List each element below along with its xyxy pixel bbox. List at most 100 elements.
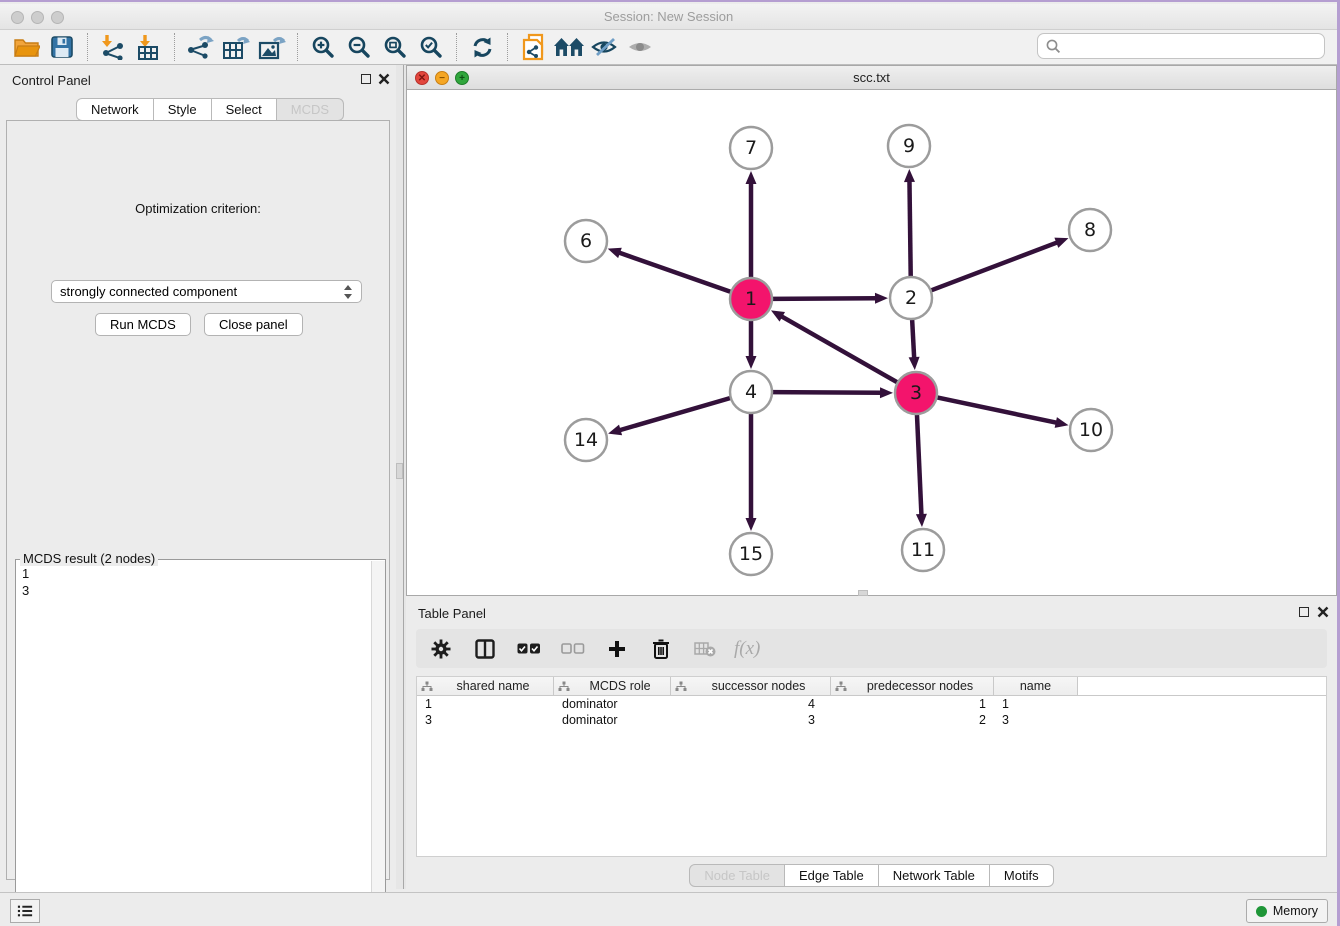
tab-node-table[interactable]: Node Table	[689, 864, 785, 887]
run-mcds-button[interactable]: Run MCDS	[95, 313, 191, 336]
graph-edge[interactable]	[781, 316, 898, 383]
toolbar-separator	[87, 33, 88, 61]
mcds-result-title: MCDS result (2 nodes)	[20, 551, 158, 566]
result-line: 1	[22, 565, 29, 582]
function-builder-button[interactable]: f(x)	[734, 638, 760, 660]
graph-edge[interactable]	[618, 252, 731, 292]
splitter-grip[interactable]	[396, 463, 403, 479]
column-header-shared-name[interactable]: shared name	[417, 677, 554, 695]
tab-style[interactable]: Style	[154, 98, 212, 121]
search-input[interactable]	[1061, 38, 1316, 55]
graph-edge[interactable]	[619, 398, 731, 431]
create-column-button[interactable]	[602, 634, 632, 664]
search-field[interactable]	[1037, 33, 1325, 59]
criterion-select[interactable]: strongly connected component	[51, 280, 362, 303]
open-session-button[interactable]	[8, 32, 44, 62]
export-table-button[interactable]	[218, 32, 254, 62]
edge-arrowhead	[746, 171, 757, 184]
network-view-window: ✕ − + scc.txt 7968124314101511	[406, 65, 1337, 596]
tab-network-table[interactable]: Network Table	[879, 864, 990, 887]
toolbar-separator	[507, 33, 508, 61]
tab-select[interactable]: Select	[212, 98, 277, 121]
edge-arrowhead	[909, 357, 920, 370]
zoom-fit-button[interactable]	[377, 32, 413, 62]
import-table-button[interactable]	[131, 32, 167, 62]
save-session-button[interactable]	[44, 32, 80, 62]
network-window-titlebar: ✕ − + scc.txt	[407, 66, 1336, 90]
close-panel-button[interactable]: Close panel	[204, 313, 303, 336]
import-network-icon	[99, 34, 127, 60]
table-row[interactable]: 1 dominator 4 1 1	[417, 696, 1326, 712]
tab-motifs[interactable]: Motifs	[990, 864, 1054, 887]
graph-edge[interactable]	[931, 242, 1059, 290]
show-all-button[interactable]	[623, 32, 659, 62]
chevron-up-down-icon	[343, 285, 353, 299]
node-label: 3	[910, 382, 922, 404]
network-canvas[interactable]: 7968124314101511	[407, 90, 1336, 595]
task-history-button[interactable]	[10, 899, 40, 923]
zoom-fit-icon	[384, 36, 407, 59]
node-label: 4	[745, 381, 757, 403]
panel-splitter[interactable]	[396, 65, 406, 889]
float-panel-icon[interactable]	[1299, 607, 1309, 617]
duplicate-network-button[interactable]	[515, 32, 551, 62]
export-image-button[interactable]	[254, 32, 290, 62]
graph-edge[interactable]	[909, 180, 910, 277]
graph-edge[interactable]	[937, 397, 1058, 423]
memory-button[interactable]: Memory	[1246, 899, 1328, 923]
graph-edge[interactable]	[772, 392, 882, 393]
edge-arrowhead	[904, 169, 915, 182]
edge-arrowhead	[916, 514, 927, 527]
tab-mcds[interactable]: MCDS	[277, 98, 344, 121]
tab-network[interactable]: Network	[76, 98, 154, 121]
status-bar: Memory	[0, 892, 1337, 926]
network-graph[interactable]: 7968124314101511	[407, 90, 1336, 595]
edge-arrowhead	[1055, 417, 1069, 428]
close-panel-icon[interactable]	[1317, 606, 1329, 618]
hide-selected-button[interactable]	[587, 32, 623, 62]
import-table-icon	[136, 34, 162, 60]
float-panel-icon[interactable]	[361, 74, 371, 84]
window-titlebar: Session: New Session	[0, 4, 1337, 30]
mcds-result-text[interactable]: 1 3	[22, 565, 29, 599]
export-network-button[interactable]	[182, 32, 218, 62]
zoom-in-button[interactable]	[305, 32, 341, 62]
edge-arrowhead	[1054, 238, 1068, 248]
toolbar-separator	[456, 33, 457, 61]
import-network-button[interactable]	[95, 32, 131, 62]
node-label: 14	[574, 429, 598, 451]
plus-icon	[608, 640, 626, 658]
deselect-all-rows-button[interactable]	[558, 634, 588, 664]
table-row[interactable]: 3 dominator 3 2 3	[417, 712, 1326, 728]
tree-icon	[675, 681, 687, 692]
trash-icon	[652, 639, 670, 659]
apply-layout-button[interactable]	[464, 32, 500, 62]
toolbar-separator	[297, 33, 298, 61]
zoom-out-button[interactable]	[341, 32, 377, 62]
node-table: shared name MCDS role successor nodes pr…	[416, 676, 1327, 857]
graph-edge[interactable]	[772, 298, 877, 299]
mcds-tab-content: Optimization criterion: strongly connect…	[6, 120, 390, 880]
zoom-selected-button[interactable]	[413, 32, 449, 62]
select-all-rows-button[interactable]	[514, 634, 544, 664]
horizontal-splitter-grip[interactable]	[858, 590, 868, 596]
column-header-predecessor-nodes[interactable]: predecessor nodes	[831, 677, 994, 695]
column-header-successor-nodes[interactable]: successor nodes	[671, 677, 831, 695]
show-columns-button[interactable]	[470, 634, 500, 664]
table-settings-button[interactable]	[426, 634, 456, 664]
node-label: 8	[1084, 219, 1096, 241]
first-neighbors-button[interactable]	[551, 32, 587, 62]
table-panel-title: Table Panel	[418, 606, 486, 621]
delete-column-button[interactable]	[646, 634, 676, 664]
graph-edge[interactable]	[912, 319, 914, 359]
column-header-mcds-role[interactable]: MCDS role	[554, 677, 671, 695]
result-scrollbar[interactable]	[371, 561, 385, 926]
delete-table-button[interactable]	[690, 634, 720, 664]
memory-label: Memory	[1273, 904, 1318, 918]
close-panel-icon[interactable]	[378, 73, 390, 85]
tab-edge-table[interactable]: Edge Table	[785, 864, 879, 887]
open-folder-icon	[13, 36, 40, 58]
column-header-name[interactable]: name	[994, 677, 1078, 695]
edge-arrowhead	[608, 248, 622, 258]
graph-edge[interactable]	[917, 414, 922, 516]
